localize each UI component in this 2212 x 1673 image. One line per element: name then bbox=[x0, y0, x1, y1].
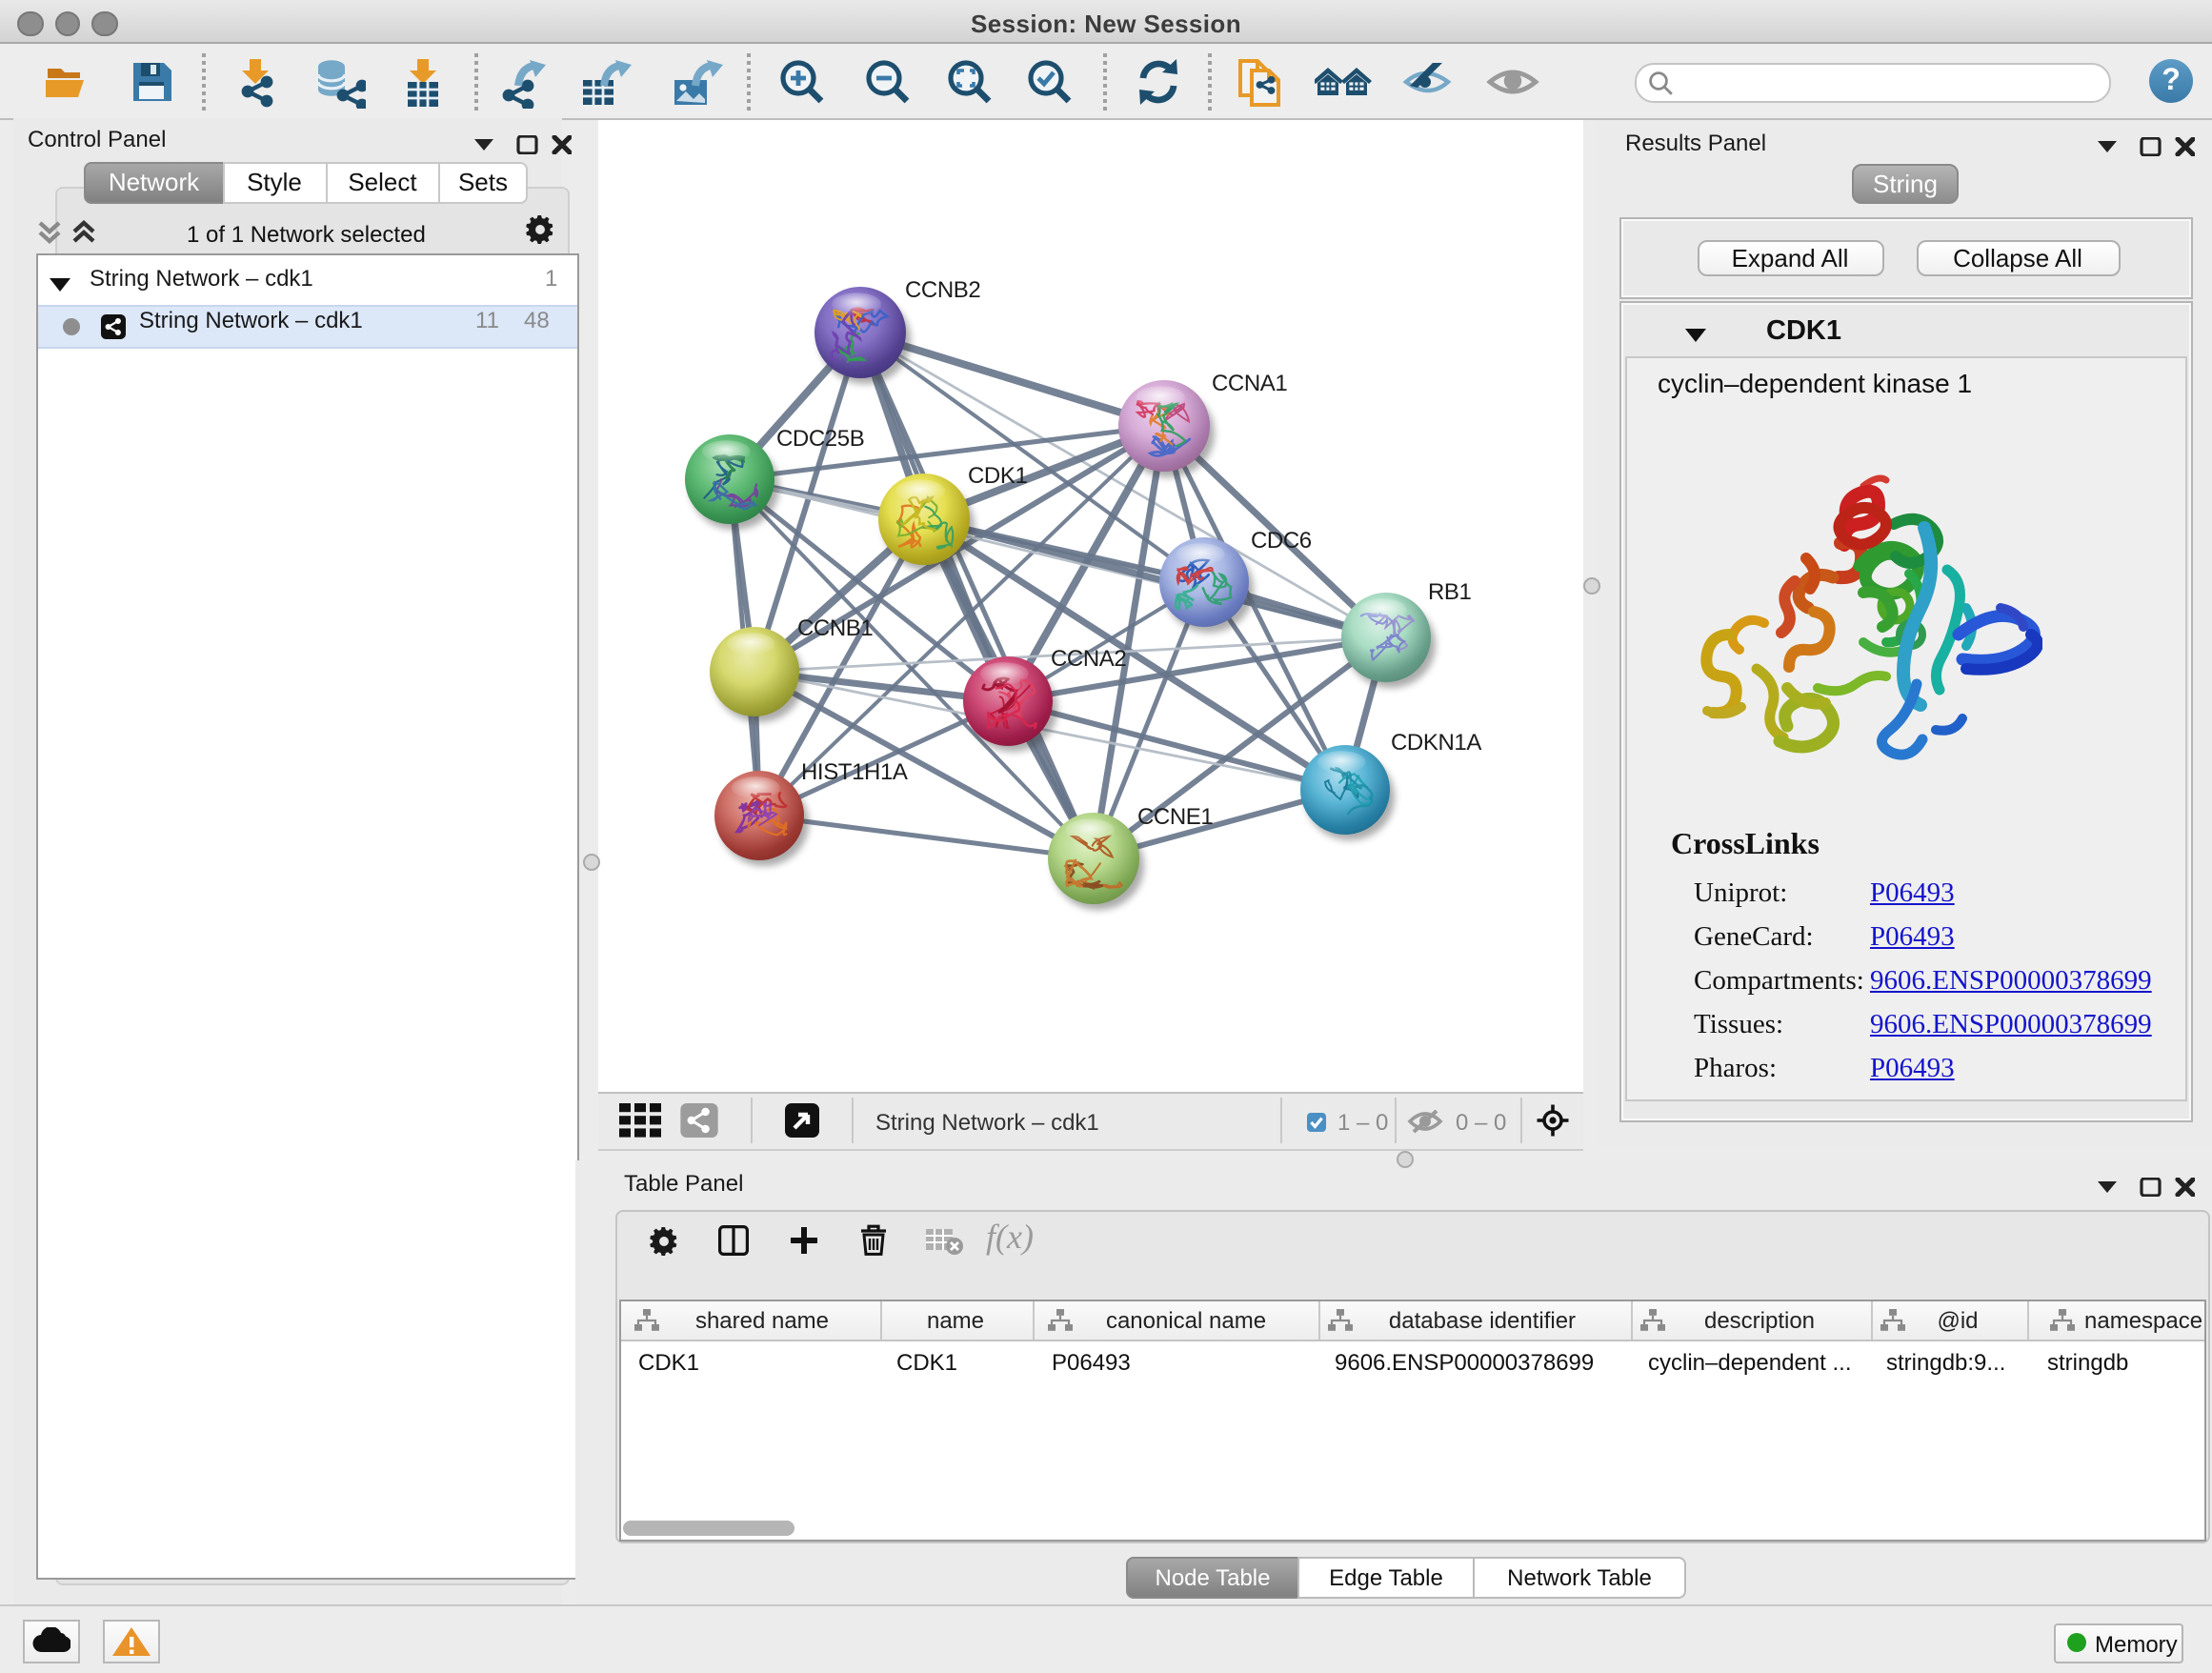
svg-text:CCNE1: CCNE1 bbox=[1137, 803, 1213, 829]
svg-text:CDK1: CDK1 bbox=[968, 462, 1027, 488]
svg-text:CDKN1A: CDKN1A bbox=[1391, 729, 1481, 755]
svg-text:RB1: RB1 bbox=[1428, 578, 1472, 604]
svg-text:CDC6: CDC6 bbox=[1251, 527, 1312, 553]
svg-text:CDC25B: CDC25B bbox=[776, 425, 864, 451]
svg-text:CCNA1: CCNA1 bbox=[1212, 370, 1287, 395]
svg-text:CCNB2: CCNB2 bbox=[905, 276, 980, 302]
svg-text:CCNA2: CCNA2 bbox=[1051, 645, 1126, 671]
svg-text:CCNB1: CCNB1 bbox=[797, 615, 873, 640]
svg-text:HIST1H1A: HIST1H1A bbox=[801, 758, 908, 784]
